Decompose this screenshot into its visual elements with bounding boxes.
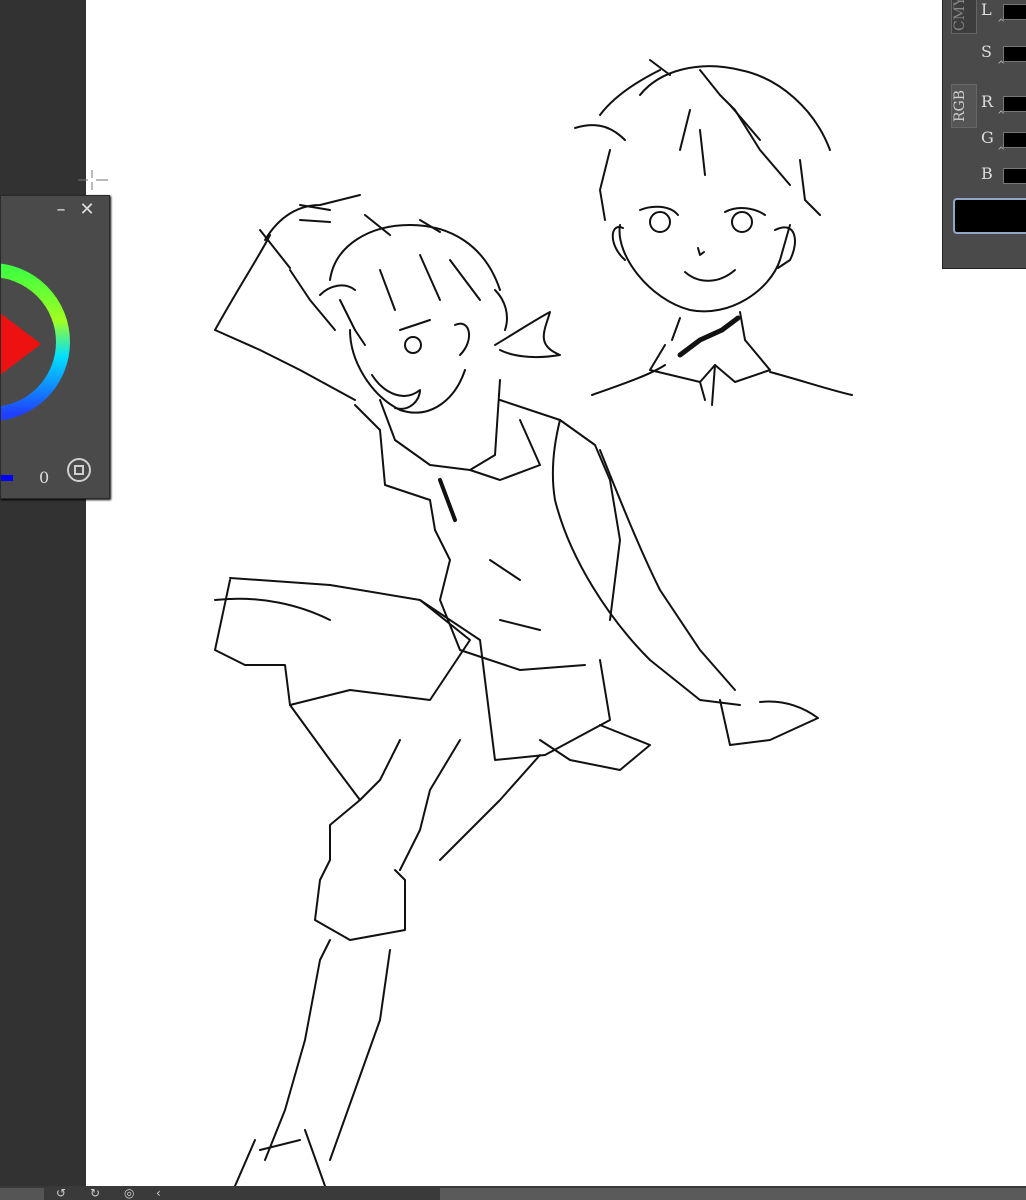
- close-icon[interactable]: ✕: [77, 200, 97, 220]
- caret-up-icon[interactable]: ^: [997, 18, 1005, 29]
- cursor-crosshair-icon: [78, 170, 108, 190]
- figure-sketch: [214, 194, 819, 1186]
- caret-up-icon[interactable]: ^: [997, 146, 1005, 157]
- slider-l[interactable]: L ^: [979, 0, 1026, 30]
- slider-label: L: [981, 0, 992, 19]
- slider-b[interactable]: B: [979, 164, 1026, 194]
- slider-r[interactable]: R ^: [979, 92, 1026, 122]
- slider-track[interactable]: [1003, 168, 1026, 184]
- compass-icon[interactable]: ◎: [124, 1186, 134, 1200]
- saturation-triangle[interactable]: [1, 306, 41, 382]
- horizontal-scrollbar-left[interactable]: [0, 1188, 44, 1200]
- panel-titlebar[interactable]: – ✕: [1, 196, 109, 226]
- slider-label: R: [981, 92, 994, 111]
- current-color-swatch[interactable]: [953, 198, 1026, 234]
- value-readout: 0: [39, 468, 50, 487]
- blue-indicator: [1, 475, 13, 481]
- caret-up-icon[interactable]: ^: [997, 110, 1005, 121]
- circle-square-icon[interactable]: [67, 458, 91, 482]
- bottom-toolbar: ↺ ↻ ◎ ‹: [0, 1186, 1026, 1200]
- portrait-sketch: [574, 59, 853, 406]
- slider-label: B: [981, 164, 993, 183]
- hue-ring[interactable]: [1, 226, 109, 466]
- slider-label: S: [981, 42, 992, 61]
- tab-rgb[interactable]: RGB: [951, 84, 977, 128]
- slider-track[interactable]: [1003, 132, 1026, 148]
- slider-track[interactable]: [1003, 4, 1026, 20]
- horizontal-scrollbar-thumb[interactable]: [440, 1188, 1026, 1200]
- chevron-left-icon[interactable]: ‹: [156, 1186, 161, 1200]
- caret-up-icon[interactable]: ^: [997, 60, 1005, 71]
- rotate-right-icon[interactable]: ↻: [90, 1186, 100, 1200]
- slider-label: G: [981, 128, 994, 147]
- slider-track[interactable]: [1003, 46, 1026, 62]
- color-wheel-panel[interactable]: – ✕ 0: [0, 195, 110, 499]
- rotate-left-icon[interactable]: ↺: [56, 1186, 66, 1200]
- slider-s[interactable]: S ^: [979, 42, 1026, 72]
- sketch-artwork: [214, 59, 853, 1186]
- minimize-icon[interactable]: –: [51, 200, 71, 220]
- slider-g[interactable]: G ^: [979, 128, 1026, 158]
- drawing-canvas[interactable]: [86, 0, 1026, 1186]
- left-dock: [0, 0, 86, 1200]
- slider-track[interactable]: [1003, 96, 1026, 112]
- color-slider-panel[interactable]: CMY RGB L ^ S ^ R ^ G ^ B: [942, 0, 1026, 269]
- tab-cmy[interactable]: CMY: [951, 0, 977, 34]
